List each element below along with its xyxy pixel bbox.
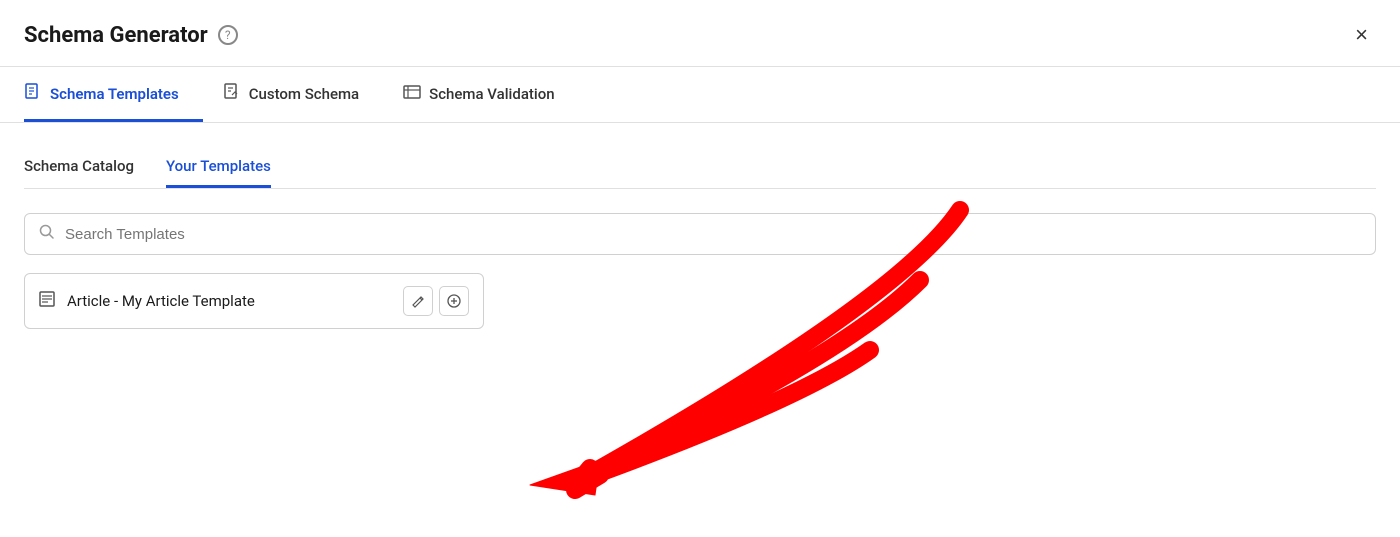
add-template-button[interactable] xyxy=(439,286,469,316)
schema-generator-modal: Schema Generator ? × Schema Templates xyxy=(0,0,1400,537)
sub-tab-bar: Schema Catalog Your Templates xyxy=(24,147,1376,189)
your-templates-label: Your Templates xyxy=(166,157,271,175)
title-area: Schema Generator ? xyxy=(24,23,238,48)
sub-tab-schema-catalog[interactable]: Schema Catalog xyxy=(24,147,134,188)
modal-header: Schema Generator ? × xyxy=(0,0,1400,67)
help-icon[interactable]: ? xyxy=(218,25,238,45)
schema-templates-icon xyxy=(24,83,42,105)
edit-template-button[interactable] xyxy=(403,286,433,316)
modal-title: Schema Generator xyxy=(24,23,208,48)
custom-schema-label: Custom Schema xyxy=(249,85,359,103)
schema-validation-icon xyxy=(403,83,421,105)
custom-schema-icon xyxy=(223,83,241,105)
schema-validation-label: Schema Validation xyxy=(429,85,554,103)
template-item: Article - My Article Template xyxy=(24,273,484,329)
top-tab-bar: Schema Templates Custom Schema xyxy=(0,67,1400,123)
search-input[interactable] xyxy=(65,226,1361,243)
schema-templates-label: Schema Templates xyxy=(50,85,179,103)
template-item-name: Article - My Article Template xyxy=(67,292,391,310)
tab-custom-schema[interactable]: Custom Schema xyxy=(223,67,383,122)
tab-schema-templates[interactable]: Schema Templates xyxy=(24,67,203,122)
template-actions xyxy=(403,286,469,316)
search-icon xyxy=(39,224,55,244)
schema-catalog-label: Schema Catalog xyxy=(24,157,134,175)
tab-schema-validation[interactable]: Schema Validation xyxy=(403,67,578,122)
sub-tab-your-templates[interactable]: Your Templates xyxy=(166,147,271,188)
search-bar xyxy=(24,213,1376,255)
content-area: Schema Catalog Your Templates xyxy=(0,123,1400,329)
template-item-icon xyxy=(39,291,55,311)
close-button[interactable]: × xyxy=(1347,20,1376,50)
